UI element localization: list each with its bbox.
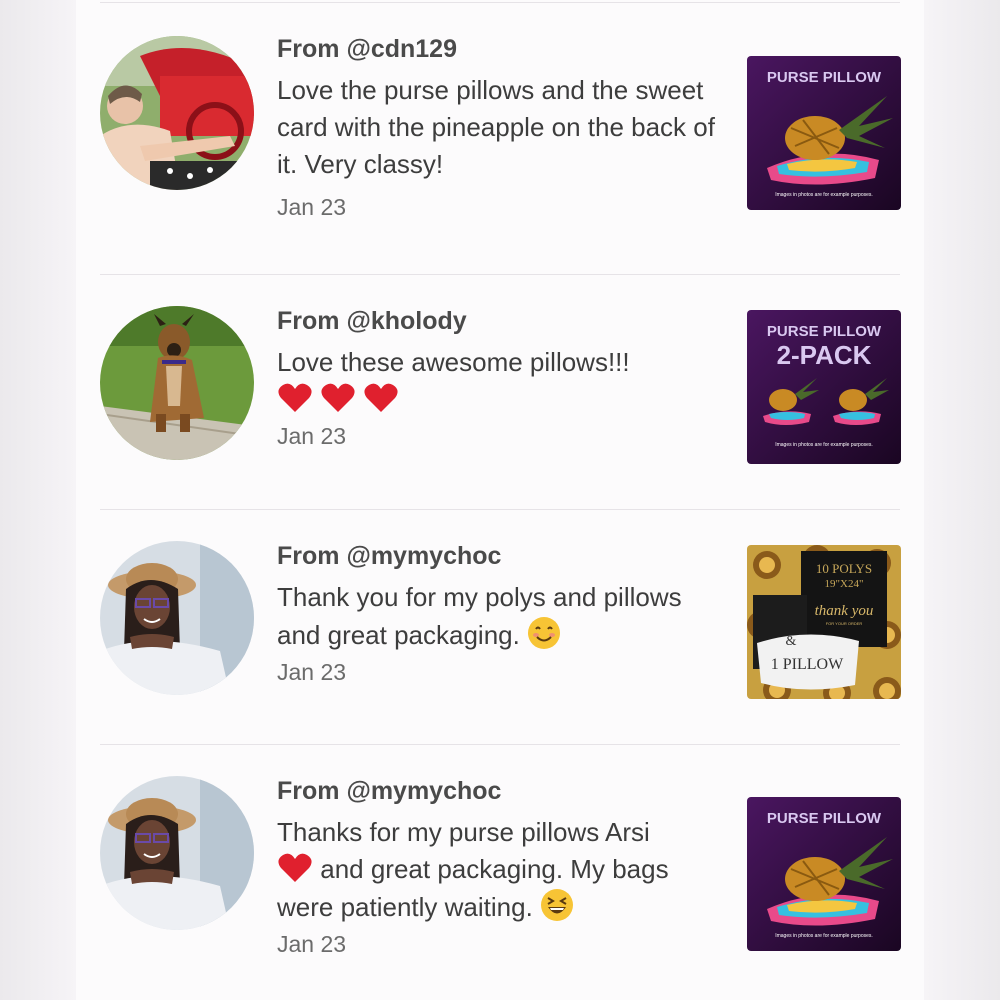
review-date: Jan 23 xyxy=(277,423,347,449)
product-line3: thank you xyxy=(815,603,874,619)
product-footer: Images in photos are for example purpose… xyxy=(775,442,873,448)
smiling-face-emoji-icon xyxy=(528,617,561,649)
right-margin xyxy=(924,0,1000,1000)
red-heart-icon xyxy=(321,383,355,412)
avatar[interactable] xyxy=(100,541,254,695)
review-author[interactable]: From @kholody xyxy=(277,306,717,336)
woman-in-hat-avatar xyxy=(100,541,254,695)
product-title: PURSE PILLOW xyxy=(767,810,882,827)
review-item[interactable]: From @cdn129 Love the purse pillows and … xyxy=(76,0,924,275)
product-line2: 19"X24" xyxy=(825,578,864,590)
product-footer: Images in photos are for example purpose… xyxy=(775,933,873,939)
review-text-content: Thank you for my polys and pillows and g… xyxy=(277,582,682,650)
avatar[interactable] xyxy=(100,36,254,190)
avatar[interactable] xyxy=(100,776,254,930)
hearts-row xyxy=(277,383,399,414)
review-text-part2: and great packaging. My bags were patien… xyxy=(277,854,669,922)
review-author[interactable]: From @cdn129 xyxy=(277,34,717,64)
avatar[interactable] xyxy=(100,306,254,460)
product-line6: 1 PILLOW xyxy=(771,656,844,673)
review-content: From @cdn129 Love the purse pillows and … xyxy=(277,34,717,221)
product-thumbnail[interactable]: PURSE PILLOW Images in photos are for ex… xyxy=(747,797,901,951)
product-thumbnail[interactable]: PURSE PILLOW Images in photos are for ex… xyxy=(747,56,901,210)
review-author[interactable]: From @mymychoc xyxy=(277,541,717,571)
review-item[interactable]: From @mymychoc Thank you for my polys an… xyxy=(76,510,924,745)
product-thumbnail[interactable]: PURSE PILLOW 2-PACK Images in photos are… xyxy=(747,310,901,464)
dog-on-grass-avatar xyxy=(100,306,254,460)
red-heart-icon xyxy=(278,383,312,412)
review-content: From @mymychoc Thank you for my polys an… xyxy=(277,541,717,686)
review-text: Love these awesome pillows!!! xyxy=(277,344,717,418)
purse-pillow-product-image: PURSE PILLOW Images in photos are for ex… xyxy=(747,797,901,951)
review-text-part1: Thanks for my purse pillows Arsi xyxy=(277,817,650,847)
grinning-squinting-face-emoji-icon xyxy=(541,889,574,921)
review-item[interactable]: From @kholody Love these awesome pillows… xyxy=(76,275,924,510)
left-margin xyxy=(0,0,76,1000)
product-footer: Images in photos are for example purpose… xyxy=(775,192,873,198)
review-item[interactable]: From @mymychoc Thanks for my purse pillo… xyxy=(76,745,924,1000)
polys-and-pillow-product-image: 10 POLYS 19"X24" thank you FOR YOUR ORDE… xyxy=(747,545,901,699)
product-title: PURSE PILLOW xyxy=(767,69,882,86)
review-date: Jan 23 xyxy=(277,659,347,685)
review-date: Jan 23 xyxy=(277,194,347,220)
product-line4: FOR YOUR ORDER xyxy=(826,621,863,626)
review-author[interactable]: From @mymychoc xyxy=(277,776,717,806)
red-heart-icon xyxy=(364,383,399,412)
review-text: Love the purse pillows and the sweet car… xyxy=(277,75,715,179)
review-text-content: Love these awesome pillows!!! xyxy=(277,347,630,377)
product-line1: 10 POLYS xyxy=(816,561,872,576)
person-driving-red-car-avatar xyxy=(100,36,254,190)
woman-in-hat-avatar xyxy=(100,776,254,930)
purse-pillow-product-image: PURSE PILLOW Images in photos are for ex… xyxy=(747,56,901,210)
product-title: PURSE PILLOW xyxy=(767,323,882,340)
review-content: From @mymychoc Thanks for my purse pillo… xyxy=(277,776,717,958)
red-heart-icon xyxy=(278,853,312,882)
product-subtitle: 2-PACK xyxy=(777,340,872,370)
purse-pillow-2-pack-product-image: PURSE PILLOW 2-PACK Images in photos are… xyxy=(747,310,901,464)
reviews-feed[interactable]: From @cdn129 Love the purse pillows and … xyxy=(76,0,924,1000)
review-text: Thanks for my purse pillows Arsi and gre… xyxy=(277,814,717,926)
review-date: Jan 23 xyxy=(277,931,347,957)
product-line5: & xyxy=(786,634,797,649)
review-content: From @kholody Love these awesome pillows… xyxy=(277,306,717,450)
product-thumbnail[interactable]: 10 POLYS 19"X24" thank you FOR YOUR ORDE… xyxy=(747,545,901,699)
review-text: Thank you for my polys and pillows and g… xyxy=(277,579,717,654)
